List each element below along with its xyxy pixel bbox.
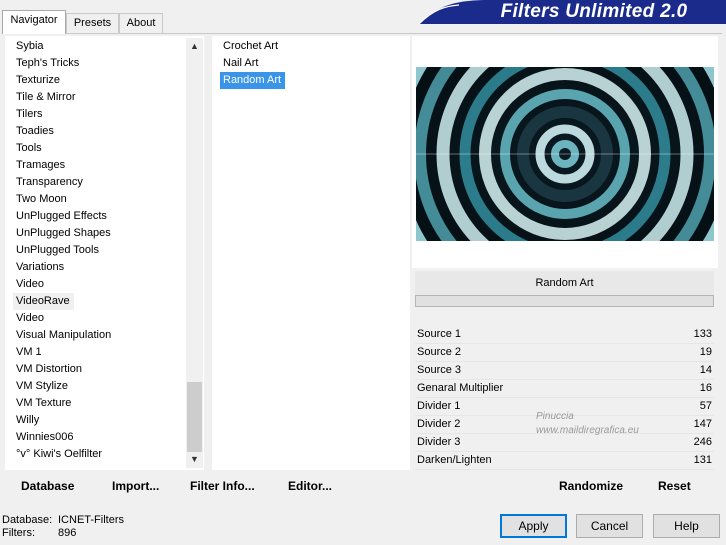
watermark-url: www.maildiregrafica.eu bbox=[536, 425, 639, 436]
filters-count-value: 896 bbox=[58, 527, 77, 539]
parameter-row[interactable]: Darken/Lighten 131 bbox=[415, 451, 714, 469]
scroll-down-icon[interactable]: ▼ bbox=[186, 451, 203, 468]
filter-description-bar bbox=[415, 295, 714, 307]
parameter-value: 16 bbox=[699, 382, 712, 394]
category-item[interactable]: VM Distortion bbox=[13, 361, 86, 378]
category-scrollbar[interactable]: ▲ ▼ bbox=[186, 38, 203, 468]
reset-button[interactable]: Reset bbox=[658, 477, 691, 495]
category-item[interactable]: Tools bbox=[13, 140, 46, 157]
randomize-button[interactable]: Randomize bbox=[559, 477, 623, 495]
parameter-row[interactable]: Source 3 14 bbox=[415, 361, 714, 379]
parameter-name: Source 2 bbox=[417, 346, 462, 358]
category-item[interactable]: VideoRave bbox=[13, 293, 74, 310]
app-title: Filters Unlimited 2.0 bbox=[500, 1, 688, 22]
category-item[interactable]: Tile & Mirror bbox=[13, 89, 79, 106]
database-status-value: ICNET-Filters bbox=[58, 514, 124, 526]
scroll-thumb[interactable] bbox=[187, 382, 202, 452]
category-item[interactable]: Willy bbox=[13, 412, 43, 429]
import-button[interactable]: Import... bbox=[112, 477, 159, 495]
category-item[interactable]: Transparency bbox=[13, 174, 87, 191]
database-button[interactable]: Database bbox=[21, 477, 74, 495]
category-item[interactable]: VM Stylize bbox=[13, 378, 72, 395]
parameter-value: 147 bbox=[693, 418, 712, 430]
category-item[interactable]: Variations bbox=[13, 259, 68, 276]
parameter-value: 246 bbox=[693, 436, 712, 448]
tab-navigator-label: Navigator bbox=[10, 14, 58, 26]
watermark-name: Pinuccia bbox=[536, 411, 574, 422]
parameter-name: Divider 3 bbox=[417, 436, 461, 448]
category-item[interactable]: VM Texture bbox=[13, 395, 75, 412]
category-item[interactable]: Two Moon bbox=[13, 191, 71, 208]
category-item[interactable]: Visual Manipulation bbox=[13, 327, 115, 344]
filter-item[interactable]: Crochet Art bbox=[220, 38, 282, 55]
parameter-row[interactable]: Source 2 19 bbox=[415, 343, 714, 361]
cancel-button[interactable]: Cancel bbox=[576, 514, 643, 538]
tab-about[interactable]: About bbox=[119, 13, 163, 33]
category-item[interactable]: °v° Kiwi's Oelfilter bbox=[13, 446, 106, 463]
filter-info-button[interactable]: Filter Info... bbox=[190, 477, 255, 495]
database-status-label: Database: bbox=[2, 514, 53, 526]
current-filter-name: Random Art bbox=[415, 271, 714, 295]
tab-presets[interactable]: Presets bbox=[66, 13, 119, 33]
category-item[interactable]: UnPlugged Tools bbox=[13, 242, 103, 259]
category-item[interactable]: Tilers bbox=[13, 106, 46, 123]
category-item[interactable]: UnPlugged Effects bbox=[13, 208, 111, 225]
preview-image bbox=[416, 67, 714, 241]
tab-strip-line bbox=[2, 33, 722, 34]
parameter-separator bbox=[415, 469, 714, 470]
category-item[interactable]: UnPlugged Shapes bbox=[13, 225, 115, 242]
category-item[interactable]: Winnies006 bbox=[13, 429, 77, 446]
parameter-value: 131 bbox=[693, 454, 712, 466]
parameter-row[interactable]: Genaral Multiplier 16 bbox=[415, 379, 714, 397]
filter-item[interactable]: Nail Art bbox=[220, 55, 262, 72]
category-list[interactable]: Sybia Teph's Tricks Texturize Tile & Mirror… bbox=[5, 36, 204, 470]
category-item[interactable]: Tramages bbox=[13, 157, 69, 174]
parameter-name: Divider 1 bbox=[417, 400, 461, 412]
tab-about-label: About bbox=[126, 17, 156, 29]
parameter-row[interactable]: Source 1 133 bbox=[415, 325, 714, 343]
tab-navigator[interactable]: Navigator bbox=[2, 10, 66, 34]
parameter-name: Genaral Multiplier bbox=[417, 382, 504, 394]
editor-button[interactable]: Editor... bbox=[288, 477, 332, 495]
filter-list[interactable]: Crochet Art Nail Art Random Art bbox=[212, 36, 410, 470]
help-button[interactable]: Help bbox=[653, 514, 720, 538]
parameter-name: Divider 2 bbox=[417, 418, 461, 430]
parameter-name: Darken/Lighten bbox=[417, 454, 492, 466]
scroll-up-icon[interactable]: ▲ bbox=[186, 38, 203, 55]
parameter-value: 19 bbox=[699, 346, 712, 358]
parameter-value: 14 bbox=[699, 364, 712, 376]
category-item[interactable]: Sybia bbox=[13, 38, 48, 55]
category-item[interactable]: Video bbox=[13, 310, 48, 327]
category-item[interactable]: Video bbox=[13, 276, 48, 293]
parameter-value: 57 bbox=[699, 400, 712, 412]
tab-presets-label: Presets bbox=[73, 17, 112, 29]
category-item[interactable]: Texturize bbox=[13, 72, 64, 89]
filter-item[interactable]: Random Art bbox=[220, 72, 286, 89]
apply-button[interactable]: Apply bbox=[500, 514, 567, 538]
category-item[interactable]: Teph's Tricks bbox=[13, 55, 83, 72]
category-item[interactable]: VM 1 bbox=[13, 344, 46, 361]
category-item[interactable]: Toadies bbox=[13, 123, 58, 140]
parameter-name: Source 3 bbox=[417, 364, 462, 376]
filters-count-label: Filters: bbox=[2, 527, 35, 539]
parameter-value: 133 bbox=[693, 328, 712, 340]
parameter-name: Source 1 bbox=[417, 328, 462, 340]
